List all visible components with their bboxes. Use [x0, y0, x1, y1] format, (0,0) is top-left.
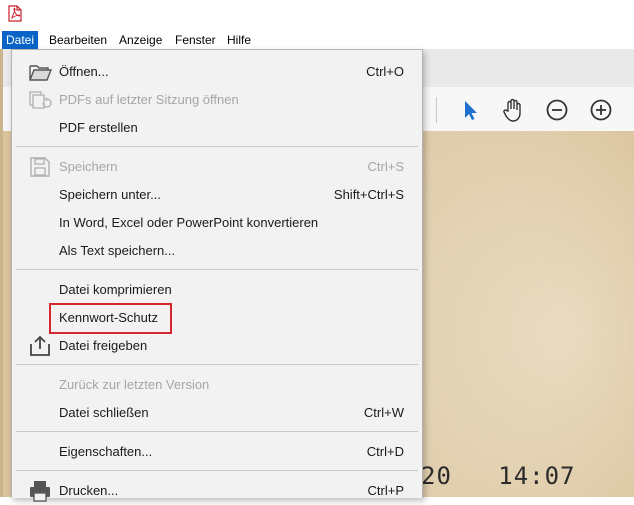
menu-datei[interactable]: Datei [2, 31, 39, 49]
menu-anzeige[interactable]: Anzeige [115, 31, 166, 49]
printer-icon [30, 481, 50, 502]
menu-item-label: Zurück zur letzten Version [59, 377, 210, 392]
menu-item-close-file[interactable]: Datei schließen Ctrl+W [12, 399, 422, 427]
menu-item-shortcut: Ctrl+S [367, 159, 404, 174]
menu-separator [16, 146, 418, 147]
menu-item-save-as-text[interactable]: Als Text speichern... [12, 237, 422, 265]
menu-item-open[interactable]: Öffnen... Ctrl+O [12, 58, 422, 86]
menu-item-compress[interactable]: Datei komprimieren [12, 276, 422, 304]
menu-item-print[interactable]: Drucken... Ctrl+P [12, 477, 422, 505]
share-icon [30, 335, 50, 356]
menu-item-save[interactable]: Speichern Ctrl+S [12, 153, 422, 181]
zoom-in-icon[interactable] [588, 97, 614, 123]
zoom-out-icon[interactable] [544, 97, 570, 123]
menu-separator [16, 364, 418, 365]
menu-item-shortcut: Ctrl+O [366, 64, 404, 79]
menu-item-label: Als Text speichern... [59, 243, 176, 258]
toolbar-separator [436, 97, 437, 123]
title-bar [0, 0, 634, 31]
menu-item-create-pdf[interactable]: PDF erstellen [12, 114, 422, 142]
menu-item-label: In Word, Excel oder PowerPoint konvertie… [59, 215, 319, 230]
menu-item-label: Öffnen... [59, 64, 109, 79]
menu-hilfe[interactable]: Hilfe [223, 31, 255, 49]
menu-item-label: PDFs auf letzter Sitzung öffnen [59, 92, 239, 107]
menu-separator [16, 470, 418, 471]
menu-item-label: Speichern [59, 159, 118, 174]
menu-bearbeiten[interactable]: Bearbeiten [45, 31, 111, 49]
menu-separator [16, 269, 418, 270]
menu-fenster[interactable]: Fenster [171, 31, 220, 49]
menu-item-label: Drucken... [59, 483, 119, 498]
select-arrow-icon[interactable] [457, 97, 483, 123]
menu-item-convert-office[interactable]: In Word, Excel oder PowerPoint konvertie… [12, 209, 422, 237]
menu-item-restore-session[interactable]: PDFs auf letzter Sitzung öffnen [12, 86, 422, 114]
menu-item-label: Speichern unter... [59, 187, 161, 202]
menu-item-label: Datei freigeben [59, 338, 148, 353]
menu-item-shortcut: Ctrl+P [367, 483, 404, 498]
menu-item-label: PDF erstellen [59, 120, 138, 135]
hand-tool-icon[interactable] [500, 97, 526, 123]
pdf-app-icon [8, 5, 22, 22]
menu-item-label: Datei schließen [59, 405, 149, 420]
menu-separator [16, 431, 418, 432]
menu-item-properties[interactable]: Eigenschaften... Ctrl+D [12, 438, 422, 466]
document-stamp-text: 20 14:07 [421, 462, 576, 490]
save-icon [30, 157, 50, 177]
document-edge [0, 49, 3, 497]
menu-item-label: Eigenschaften... [59, 444, 153, 459]
menu-item-revert[interactable]: Zurück zur letzten Version [12, 371, 422, 399]
menu-bar: Datei Bearbeiten Anzeige Fenster Hilfe [0, 31, 634, 49]
highlight-box [49, 303, 172, 334]
menu-item-save-as[interactable]: Speichern unter... Shift+Ctrl+S [12, 181, 422, 209]
restore-session-icon [29, 91, 52, 109]
file-menu-dropdown: Öffnen... Ctrl+O PDFs auf letzter Sitzun… [11, 49, 423, 502]
menu-item-label: Datei komprimieren [59, 282, 172, 297]
menu-item-share[interactable]: Datei freigeben [12, 332, 422, 360]
menu-item-shortcut: Ctrl+D [366, 444, 404, 459]
folder-open-icon [29, 65, 52, 81]
menu-item-shortcut: Shift+Ctrl+S [333, 187, 404, 202]
menu-item-shortcut: Ctrl+W [363, 405, 404, 420]
